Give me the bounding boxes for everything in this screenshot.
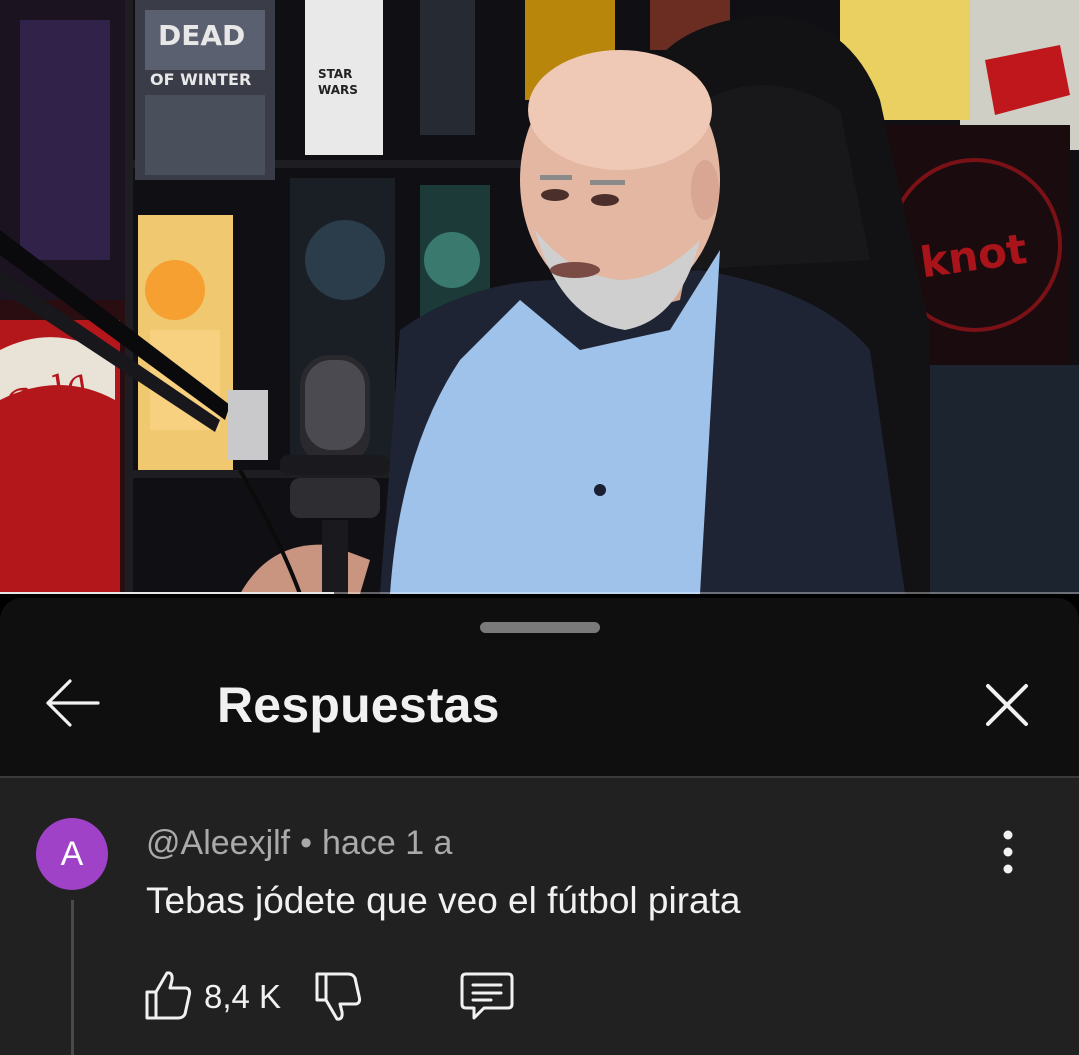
sheet-title: Respuestas <box>217 677 500 733</box>
thumbs-down-icon <box>315 972 362 1021</box>
drag-handle[interactable] <box>480 622 600 633</box>
video-player[interactable]: Cola DEAD OF WINTER STAR WARS knot <box>0 0 1079 594</box>
like-button[interactable] <box>142 968 194 1024</box>
video-progress-fill <box>0 592 335 594</box>
svg-text:DEAD: DEAD <box>158 19 245 52</box>
comment-text: Tebas jódete que veo el fútbol pirata <box>146 880 741 921</box>
replies-sheet: Respuestas A @Aleexjlf • hace 1 a Tebas jó… <box>0 598 1079 1055</box>
arrow-left-icon <box>46 679 100 727</box>
svg-text:STAR: STAR <box>318 67 352 81</box>
app-root: Cola DEAD OF WINTER STAR WARS knot Respu… <box>0 0 1079 1055</box>
video-frame-illustration: Cola DEAD OF WINTER STAR WARS knot <box>0 0 1079 594</box>
dislike-button[interactable] <box>312 968 364 1024</box>
back-button[interactable] <box>38 668 108 738</box>
close-icon <box>986 684 1028 726</box>
avatar-letter: A <box>60 834 84 873</box>
comment-actions: 8,4 K <box>0 968 1079 1028</box>
reply-button[interactable] <box>458 968 516 1024</box>
like-count: 8,4 K <box>204 978 282 1015</box>
svg-text:WARS: WARS <box>318 83 358 97</box>
meta-separator: • <box>300 824 313 862</box>
comment-author[interactable]: @Aleexjlf <box>146 824 290 862</box>
avatar[interactable]: A <box>36 818 108 890</box>
svg-text:OF WINTER: OF WINTER <box>150 70 251 89</box>
video-progress-bar[interactable] <box>0 592 1079 594</box>
thumbs-up-icon <box>145 971 192 1020</box>
more-options-button[interactable] <box>986 828 1030 876</box>
close-button[interactable] <box>972 670 1042 740</box>
more-vertical-icon <box>1003 830 1013 874</box>
comment-icon <box>460 972 514 1020</box>
comment-time: hace 1 a <box>322 824 453 862</box>
comment-item: A @Aleexjlf • hace 1 a Tebas jódete que ve… <box>0 778 1079 1055</box>
comment-meta: @Aleexjlf • hace 1 a <box>146 824 452 863</box>
